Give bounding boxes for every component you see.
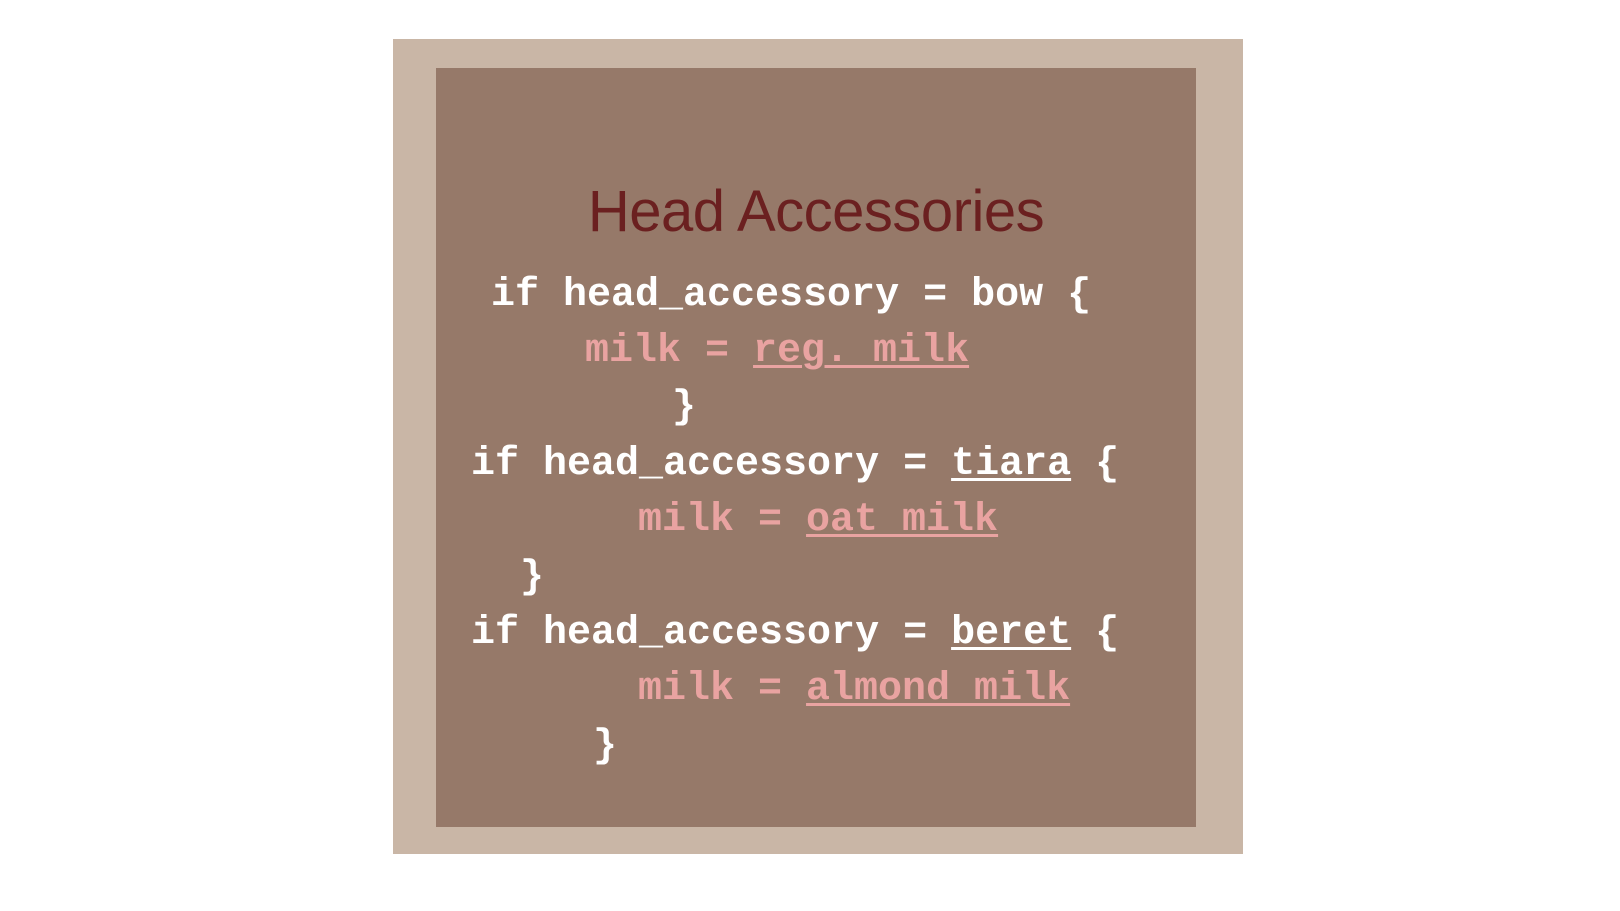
accessory-tiara: tiara (951, 442, 1072, 487)
if-line-bow: if head_accessory = bow { (491, 272, 1091, 320)
close-brace-beret: } (593, 724, 618, 769)
open-brace: { (1071, 442, 1120, 487)
close-brace-bow: } (672, 385, 697, 430)
milk-prefix: milk = (638, 667, 807, 712)
accessory-bow: bow (971, 273, 1044, 318)
slide-title: Head Accessories (587, 179, 1045, 244)
milk-line-tiara: milk = oat milk (638, 497, 998, 545)
milk-line-beret: milk = almond milk (638, 666, 1070, 714)
open-brace: { (1071, 611, 1120, 656)
if-prefix: if head_accessory = (491, 273, 972, 318)
if-prefix: if head_accessory = (471, 442, 952, 487)
if-line-beret: if head_accessory = beret { (471, 610, 1119, 658)
slide: Head Accessories if head_accessory = bow… (0, 0, 1620, 911)
milk-line-bow: milk = reg. milk (585, 328, 969, 376)
if-line-tiara: if head_accessory = tiara { (471, 441, 1119, 489)
accessory-beret: beret (951, 611, 1072, 656)
milk-value-almond: almond milk (806, 667, 1071, 712)
milk-value-reg: reg. milk (753, 329, 970, 374)
milk-prefix: milk = (638, 498, 807, 543)
close-brace-tiara: } (520, 555, 545, 600)
open-brace: { (1043, 273, 1092, 318)
milk-prefix: milk = (585, 329, 754, 374)
milk-value-oat: oat milk (806, 498, 999, 543)
if-prefix: if head_accessory = (471, 611, 952, 656)
